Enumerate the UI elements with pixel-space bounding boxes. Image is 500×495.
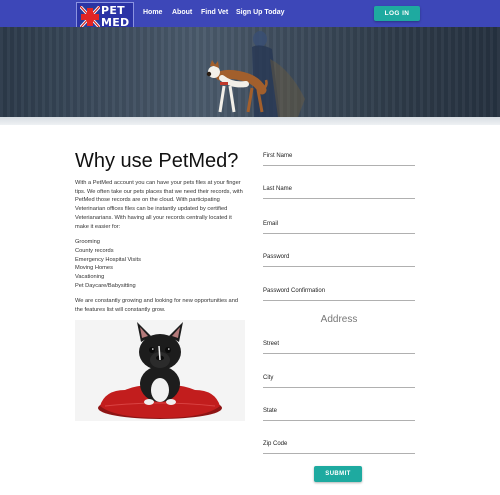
city-group: City <box>263 375 415 389</box>
zip-code-field[interactable] <box>263 445 415 454</box>
list-item: Vacationing <box>75 274 105 281</box>
last-name-field[interactable] <box>263 190 415 199</box>
list-item: Grooming <box>75 239 100 245</box>
page-title: Why use PetMed? <box>75 150 239 172</box>
nav-link-find-vet[interactable]: Find Vet <box>201 9 228 16</box>
street-field[interactable] <box>263 345 415 354</box>
street-group: Street <box>263 341 415 355</box>
list-item: Moving Homes <box>75 265 113 272</box>
list-item: Pet Daycare/Babysitting <box>75 282 136 289</box>
password-group: Password <box>263 254 415 268</box>
logo-text-pet: PET <box>101 4 125 17</box>
intro-paragraph: With a PetMed account you can have your … <box>75 180 243 230</box>
address-heading: Address <box>320 314 358 325</box>
hero-banner <box>0 27 500 125</box>
login-button[interactable]: LOG IN <box>374 6 420 21</box>
growth-paragraph: We are constantly growing and looking fo… <box>75 298 239 313</box>
list-item: Emergency Hospital Visits <box>75 256 141 263</box>
list-item: County records <box>75 247 114 254</box>
email-group: Email <box>263 221 415 235</box>
password-confirmation-group: Password Confirmation <box>263 288 415 302</box>
last-name-group: Last Name <box>263 186 415 200</box>
email-field[interactable] <box>263 225 415 234</box>
city-field[interactable] <box>263 379 415 388</box>
password-field[interactable] <box>263 258 415 267</box>
password-confirmation-field[interactable] <box>263 292 415 301</box>
red-cross-icon <box>80 6 100 28</box>
nav-link-sign-up[interactable]: Sign Up Today <box>236 9 284 16</box>
state-group: State <box>263 408 415 422</box>
navbar: PET MED Home About Find Vet Sign Up Toda… <box>0 0 500 31</box>
submit-button[interactable]: SUBMIT <box>314 466 362 482</box>
dog-walking-image <box>206 60 268 113</box>
state-field[interactable] <box>263 412 415 421</box>
first-name-group: First Name <box>263 153 415 167</box>
first-name-field[interactable] <box>263 157 415 166</box>
french-bulldog-image <box>75 320 245 421</box>
features-list: Grooming County records Emergency Hospit… <box>75 238 141 291</box>
nav-link-home[interactable]: Home <box>143 9 162 16</box>
zip-code-group: Zip Code <box>263 441 415 455</box>
nav-link-about[interactable]: About <box>172 9 192 16</box>
